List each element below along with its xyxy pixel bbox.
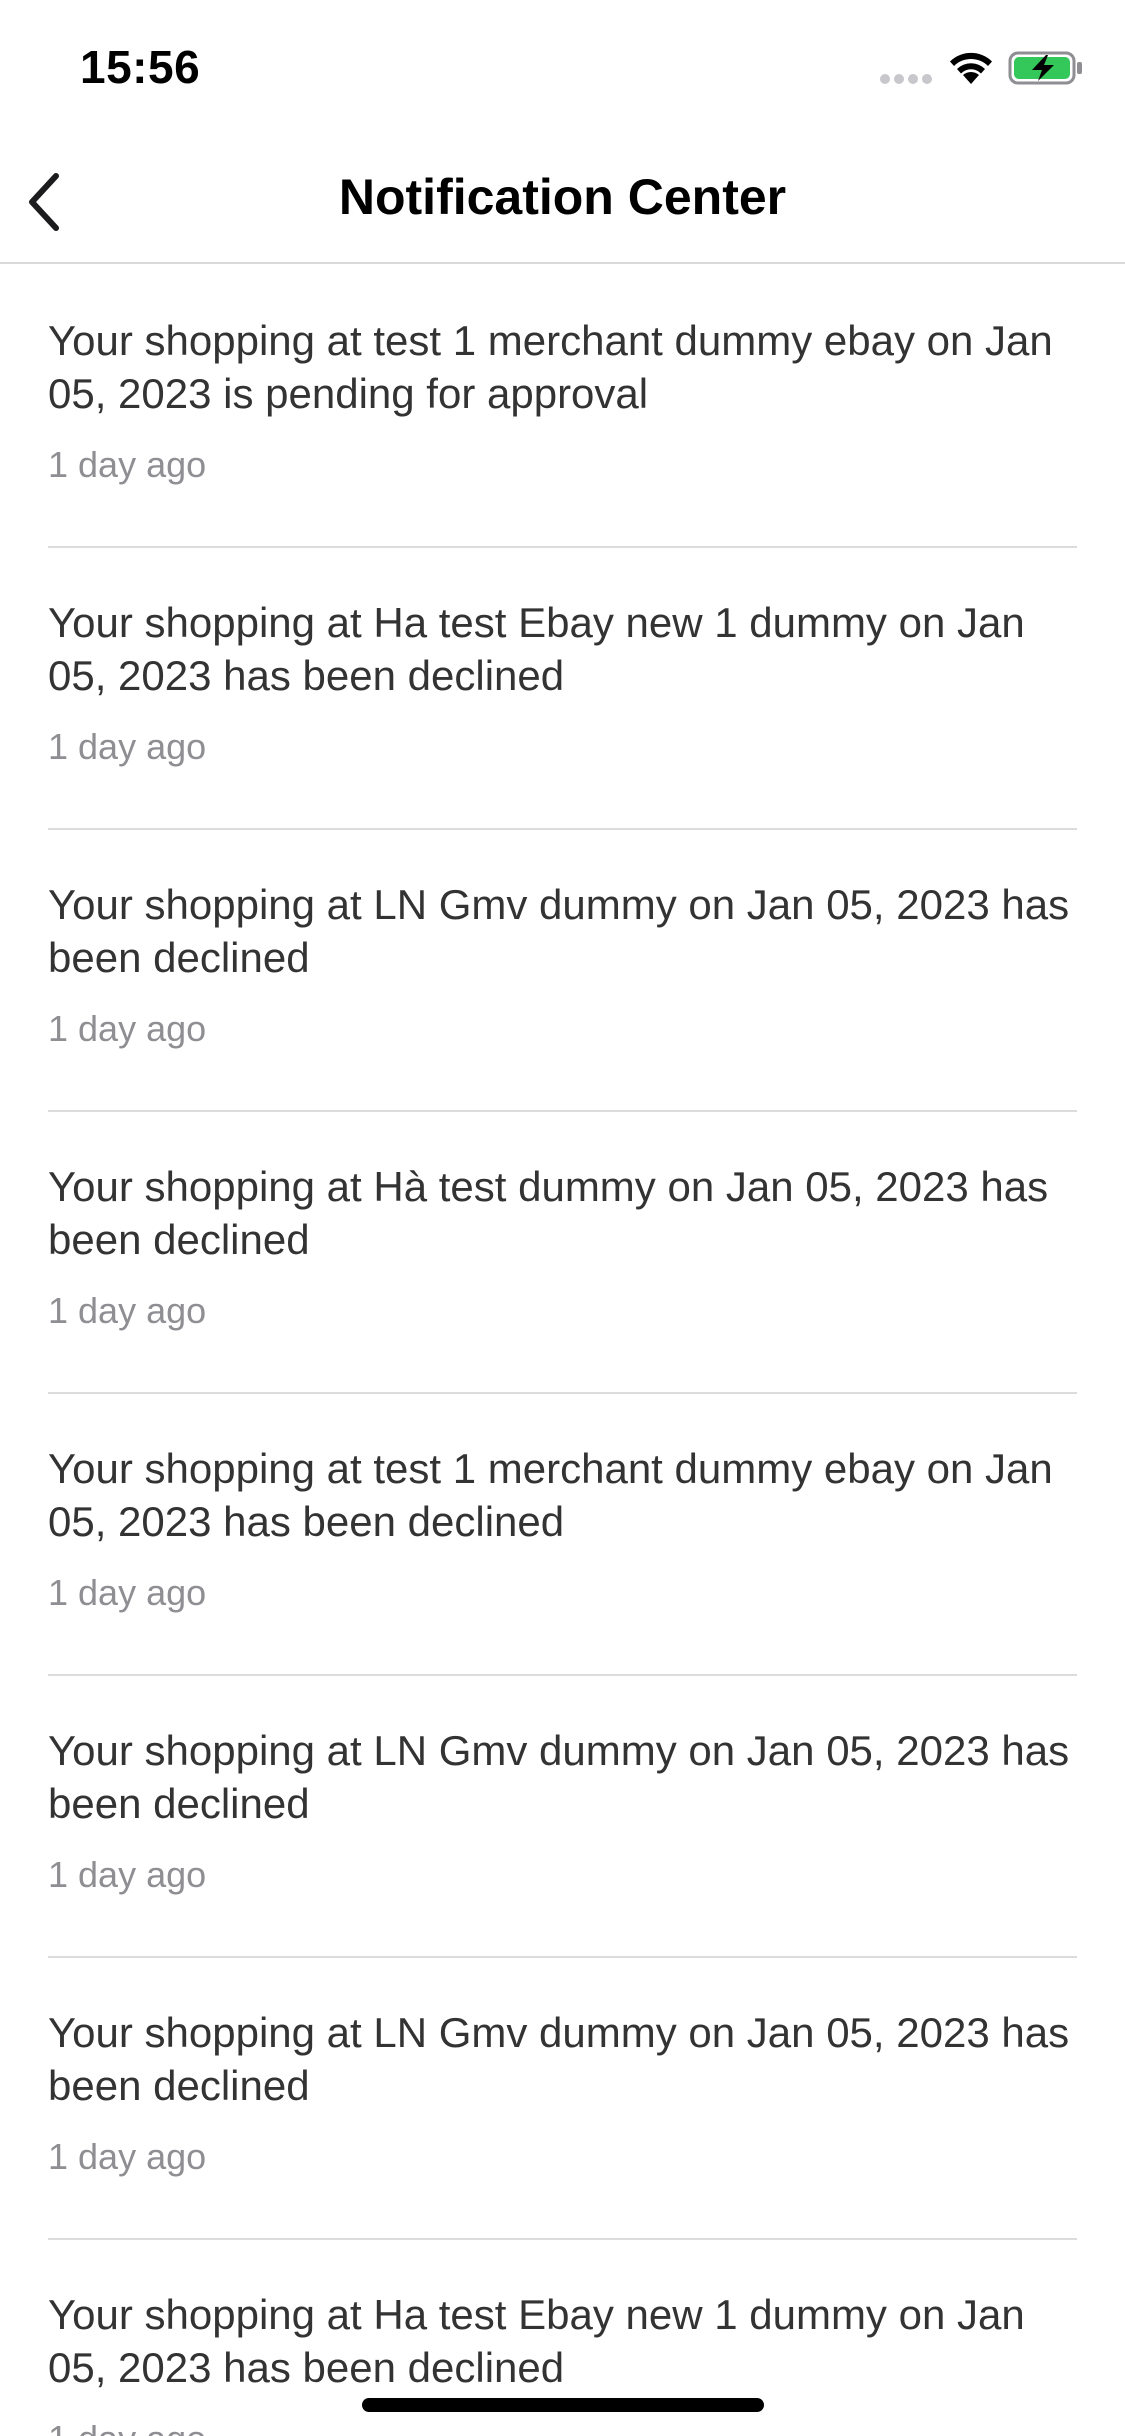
notification-message: Your shopping at Hà test dummy on Jan 05…: [48, 1163, 1049, 1263]
notification-time: 1 day ago: [48, 2136, 207, 2177]
notification-time: 1 day ago: [48, 1290, 207, 1331]
notification-list: Your shopping at test 1 merchant dummy e…: [0, 266, 1125, 2436]
notification-time: 1 day ago: [48, 1572, 207, 1613]
notification-message: Your shopping at LN Gmv dummy on Jan 05,…: [48, 1727, 1070, 1827]
notification-message: Your shopping at LN Gmv dummy on Jan 05,…: [48, 2009, 1070, 2109]
notification-message: Your shopping at Ha test Ebay new 1 dumm…: [48, 599, 1025, 699]
notification-message: Your shopping at test 1 merchant dummy e…: [48, 317, 1053, 417]
notification-item[interactable]: Your shopping at Hà test dummy on Jan 05…: [48, 1112, 1077, 1394]
notification-item[interactable]: Your shopping at LN Gmv dummy on Jan 05,…: [48, 830, 1077, 1112]
notification-time: 1 day ago: [48, 1854, 207, 1895]
notification-message: Your shopping at test 1 merchant dummy e…: [48, 1445, 1053, 1545]
battery-charging-icon: [1008, 51, 1082, 85]
wifi-icon: [950, 52, 992, 84]
notification-time: 1 day ago: [48, 2418, 206, 2436]
notification-item[interactable]: Your shopping at test 1 merchant dummy e…: [48, 1394, 1077, 1676]
home-indicator[interactable]: [362, 2398, 764, 2412]
notification-message: Your shopping at Ha test Ebay new 1 dumm…: [48, 2291, 1025, 2391]
page-title: Notification Center: [338, 169, 787, 225]
cellular-signal-icon: [880, 74, 934, 86]
notification-item[interactable]: Your shopping at LN Gmv dummy on Jan 05,…: [48, 1676, 1077, 1958]
notification-time: 1 day ago: [48, 1008, 207, 1049]
notification-center-screen: 15:56 Notification Center Your shopping …: [0, 0, 1125, 2436]
navigation-bar: Notification Center: [0, 132, 1125, 264]
status-bar: 15:56: [0, 0, 1125, 132]
notification-message: Your shopping at LN Gmv dummy on Jan 05,…: [48, 881, 1070, 981]
notification-time: 1 day ago: [48, 444, 207, 485]
notification-item[interactable]: Your shopping at test 1 merchant dummy e…: [48, 266, 1077, 548]
status-time: 15:56: [80, 41, 201, 93]
notification-time: 1 day ago: [48, 726, 207, 767]
notification-item[interactable]: Your shopping at LN Gmv dummy on Jan 05,…: [48, 1958, 1077, 2240]
notification-item[interactable]: Your shopping at Ha test Ebay new 1 dumm…: [48, 548, 1077, 830]
